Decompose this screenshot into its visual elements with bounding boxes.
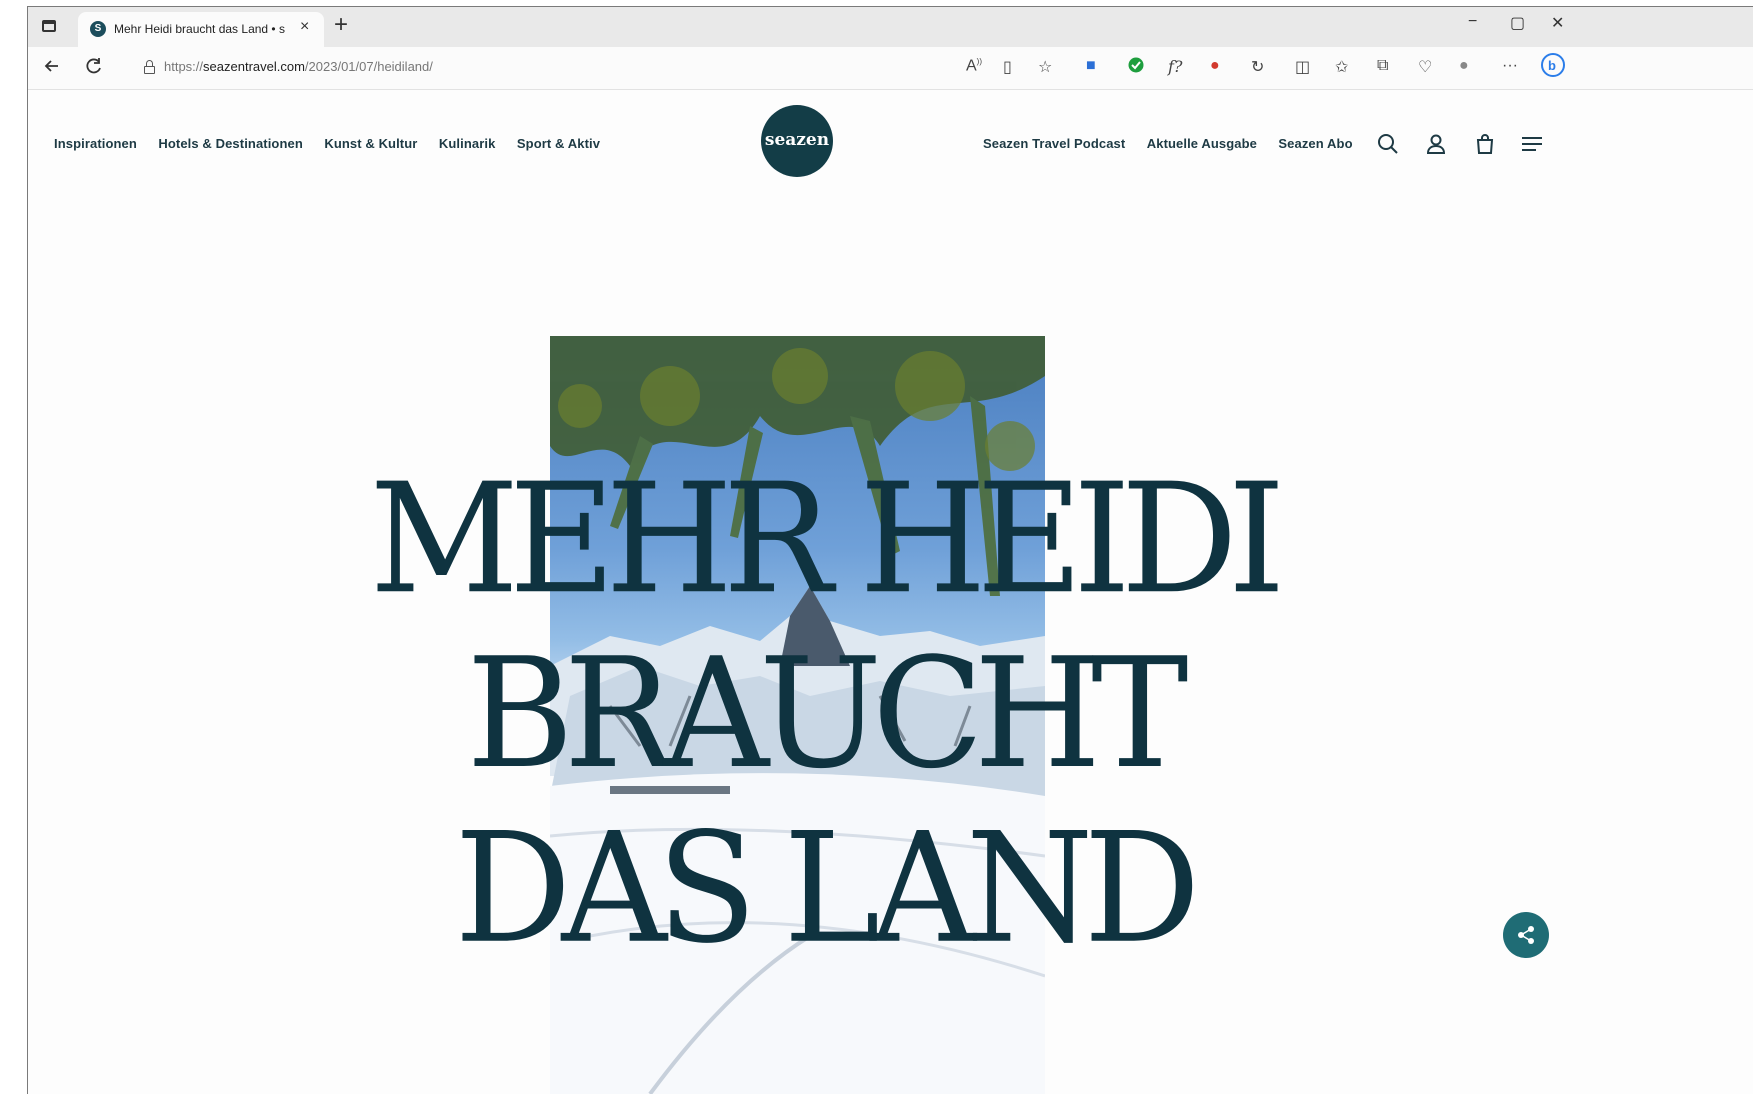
main-nav: Inspirationen Hotels & Destinationen Kun… <box>54 135 617 153</box>
split-screen-icon[interactable]: ◫ <box>1295 57 1310 77</box>
favorites-icon[interactable]: ✩ <box>1335 57 1348 77</box>
formula-icon[interactable]: f? <box>1168 57 1183 76</box>
svg-text:b: b <box>1548 58 1556 73</box>
tab-title: Mehr Heidi braucht das Land • s <box>114 22 285 36</box>
share-icon <box>1518 926 1534 944</box>
hero-title-line-1: MEHR HEIDI <box>369 450 1285 628</box>
back-button[interactable] <box>42 56 62 82</box>
nav-aktuelle-ausgabe[interactable]: Aktuelle Ausgabe <box>1147 136 1257 151</box>
shield-check-icon[interactable] <box>1128 57 1144 78</box>
hero-title: MEHR HEIDI BRAUCHT DAS LAND <box>28 452 1617 976</box>
url-text: https://seazentravel.com/2023/01/07/heid… <box>164 59 433 74</box>
lock-icon[interactable] <box>144 60 155 74</box>
search-icon[interactable] <box>1377 133 1399 160</box>
tab-close-icon[interactable]: × <box>300 18 309 36</box>
close-window-button[interactable]: ✕ <box>1551 13 1564 33</box>
account-icon[interactable] <box>1425 133 1447 160</box>
health-icon[interactable]: ♡ <box>1418 57 1432 77</box>
translate-icon[interactable]: ■ <box>1086 57 1096 75</box>
address-bar-row: https://seazentravel.com/2023/01/07/heid… <box>28 47 1753 90</box>
site-logo[interactable]: seazen <box>761 105 833 177</box>
new-tab-button[interactable]: + <box>334 11 348 39</box>
url-field[interactable]: https://seazentravel.com/2023/01/07/heid… <box>134 52 1624 84</box>
extension-icon[interactable]: ● <box>1210 57 1220 75</box>
share-button[interactable] <box>1503 912 1549 958</box>
maximize-button[interactable]: ▢ <box>1510 13 1525 33</box>
browser-window: S Mehr Heidi braucht das Land • s × + − … <box>27 6 1753 1094</box>
bing-icon[interactable]: b <box>1541 53 1565 82</box>
menu-icon[interactable] <box>1520 133 1544 160</box>
minimize-button[interactable]: − <box>1468 13 1477 31</box>
nav-inspirationen[interactable]: Inspirationen <box>54 136 137 151</box>
nav-abo[interactable]: Seazen Abo <box>1278 136 1352 151</box>
refresh-circle-icon[interactable]: ↻ <box>1251 57 1264 77</box>
nav-hotels-destinationen[interactable]: Hotels & Destinationen <box>158 136 303 151</box>
site-favicon-icon: S <box>90 21 106 37</box>
refresh-button[interactable] <box>84 56 104 82</box>
back-arrow-icon <box>44 60 58 72</box>
hero-title-line-2: BRAUCHT <box>466 625 1188 803</box>
nav-kulinarik[interactable]: Kulinarik <box>439 136 496 151</box>
tab-actions-icon[interactable] <box>42 20 56 32</box>
collections-icon[interactable]: ⧉ <box>1377 57 1388 75</box>
immersive-reader-icon[interactable]: ▯ <box>1003 57 1012 77</box>
secondary-nav: Seazen Travel Podcast Aktuelle Ausgabe S… <box>983 135 1370 153</box>
nav-kunst-kultur[interactable]: Kunst & Kultur <box>324 136 417 151</box>
nav-sport-aktiv[interactable]: Sport & Aktiv <box>517 136 600 151</box>
hero-title-line-3: DAS LAND <box>454 800 1200 978</box>
cart-icon[interactable] <box>1474 133 1496 160</box>
refresh-icon <box>86 58 101 74</box>
browser-tab[interactable]: S Mehr Heidi braucht das Land • s × <box>78 12 324 47</box>
tab-strip: S Mehr Heidi braucht das Land • s × + − … <box>28 7 1753 47</box>
more-icon[interactable]: ··· <box>1502 57 1518 75</box>
nav-podcast[interactable]: Seazen Travel Podcast <box>983 136 1125 151</box>
profile-icon[interactable]: ● <box>1459 57 1469 75</box>
favorite-icon[interactable]: ☆ <box>1038 57 1052 77</box>
read-aloud-icon[interactable]: A)) <box>966 57 982 75</box>
